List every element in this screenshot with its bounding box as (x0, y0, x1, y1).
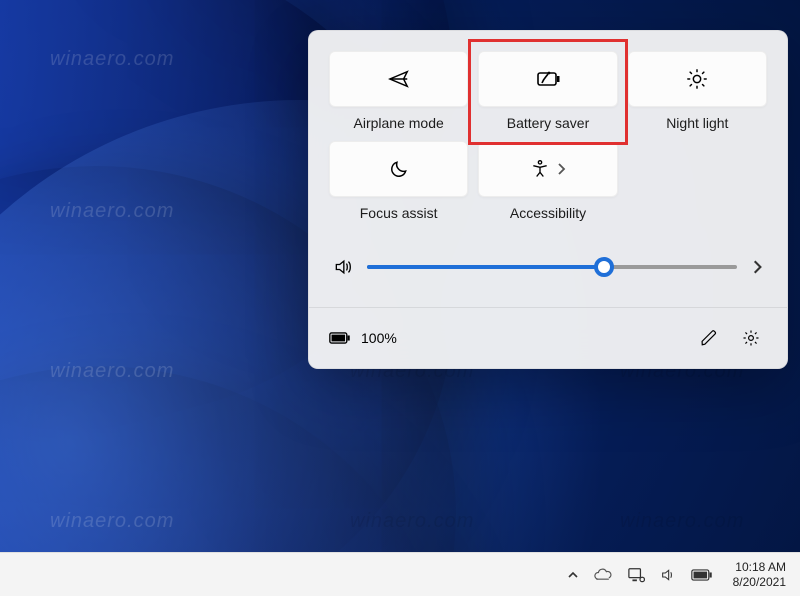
tile-airplane-mode: Airplane mode (329, 51, 468, 131)
airplane-icon (388, 68, 410, 90)
gear-icon (742, 329, 760, 347)
tile-battery-saver: Battery saver (478, 51, 617, 131)
tray-network-icon[interactable] (627, 567, 645, 583)
settings-button[interactable] (735, 322, 767, 354)
tile-focus-assist: Focus assist (329, 141, 468, 221)
tile-label: Battery saver (507, 115, 589, 131)
accessibility-button[interactable] (478, 141, 617, 197)
tray-speaker-icon[interactable] (659, 567, 677, 583)
tile-accessibility: Accessibility (478, 141, 617, 221)
tile-label: Accessibility (510, 205, 586, 221)
onedrive-icon[interactable] (593, 568, 613, 582)
accessibility-icon (530, 159, 550, 179)
tray-battery-icon[interactable] (691, 569, 713, 581)
taskbar-time: 10:18 AM (733, 560, 786, 575)
speaker-icon[interactable] (333, 257, 353, 277)
chevron-right-icon (556, 162, 566, 176)
battery-saver-button[interactable] (478, 51, 617, 107)
moon-icon (389, 159, 409, 179)
quick-settings-panel: Airplane mode Battery saver (308, 30, 788, 369)
volume-slider[interactable] (367, 265, 737, 269)
system-tray (567, 567, 713, 583)
chevron-right-icon[interactable] (751, 259, 763, 275)
edit-button[interactable] (693, 322, 725, 354)
airplane-mode-button[interactable] (329, 51, 468, 107)
tile-label: Night light (666, 115, 728, 131)
slider-thumb[interactable] (594, 257, 614, 277)
taskbar-clock[interactable]: 10:18 AM 8/20/2021 (733, 560, 786, 590)
quick-settings-footer: 100% (309, 307, 787, 368)
quick-settings-grid: Airplane mode Battery saver (309, 31, 787, 229)
tile-label: Focus assist (360, 205, 438, 221)
focus-assist-button[interactable] (329, 141, 468, 197)
battery-percent-text: 100% (361, 330, 397, 346)
battery-icon[interactable] (329, 331, 351, 345)
volume-row (309, 229, 787, 307)
tile-night-light: Night light (628, 51, 767, 131)
tile-label: Airplane mode (354, 115, 444, 131)
tray-overflow-button[interactable] (567, 569, 579, 581)
night-light-icon (686, 68, 708, 90)
taskbar-date: 8/20/2021 (733, 575, 786, 590)
taskbar: 10:18 AM 8/20/2021 (0, 552, 800, 596)
battery-saver-icon (535, 70, 561, 88)
night-light-button[interactable] (628, 51, 767, 107)
pencil-icon (700, 329, 718, 347)
